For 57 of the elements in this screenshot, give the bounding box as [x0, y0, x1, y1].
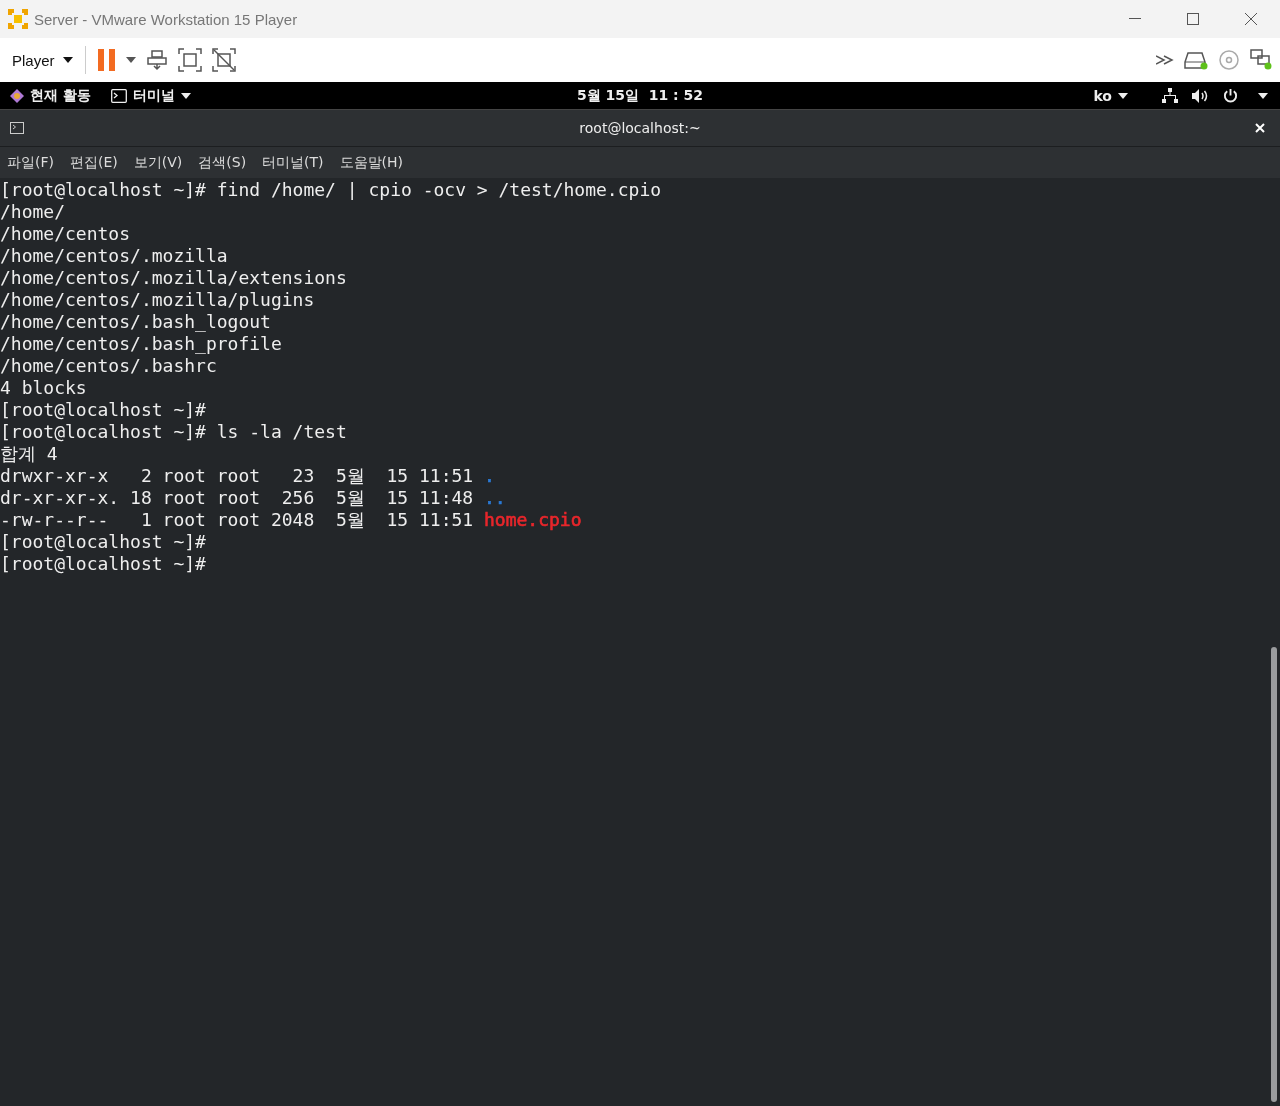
caret-button[interactable]	[125, 57, 136, 63]
power-icon	[1223, 88, 1238, 103]
terminal-line: drwxr-xr-x 2 root root 23 5월 15 11:51 .	[0, 465, 496, 487]
terminal-line: 4 blocks	[0, 377, 88, 399]
terminal-title: root@localhost:~	[578, 120, 702, 136]
network-icon	[1162, 87, 1178, 104]
menu-item[interactable]: 터미널(T)	[262, 153, 324, 172]
activities-icon	[10, 88, 24, 103]
terminal-line: [root@localhost ~]#	[0, 553, 207, 575]
power-menu[interactable]	[1223, 88, 1268, 103]
menu-item[interactable]: 편집(E)	[70, 153, 118, 172]
network-adapter-icon[interactable]	[1250, 49, 1272, 71]
menu-item[interactable]: 보기(V)	[133, 153, 183, 172]
terminal-line: /home/	[0, 201, 67, 223]
double-chevron-icon[interactable]	[1156, 55, 1174, 65]
terminal-line: [root@localhost ~]# ls -la /test	[0, 421, 348, 443]
terminal-app-menu[interactable]: 터미널	[110, 86, 191, 105]
caret-icon	[1258, 92, 1268, 99]
fullscreen-icon[interactable]	[177, 48, 202, 72]
caret-icon	[180, 92, 191, 99]
terminal-line: -rw-r--r-- 1 root root 2048 5월 15 11:51 home.cpio	[0, 509, 583, 531]
terminal-line: /home/centos	[0, 223, 132, 245]
caret-icon	[62, 57, 73, 63]
pause-button[interactable]	[97, 49, 116, 71]
caret-icon	[125, 57, 136, 63]
terminal-line: /home/centos/.bashrc	[0, 355, 218, 377]
app-logo-icon	[8, 9, 28, 29]
window-title: Server - VMware Workstation 15 Player	[34, 10, 298, 28]
scrollbar-thumb[interactable]	[1271, 647, 1277, 1102]
input-method-menu[interactable]: ko	[1093, 87, 1128, 104]
terminal-line: /home/centos/.bash_profile	[0, 333, 283, 355]
player-menu[interactable]: Player	[12, 51, 73, 69]
terminal-line: /home/centos/.mozilla/plugins	[0, 289, 316, 311]
terminal-line: /home/centos/.mozilla/extensions	[0, 267, 348, 289]
terminal-line: [root@localhost ~]#	[0, 531, 207, 553]
unity-mode-icon[interactable]	[211, 48, 236, 72]
close-icon	[1245, 13, 1257, 25]
terminal-line: dr-xr-xr-x. 18 root root 256 5월 15 11:48 ..	[0, 487, 507, 509]
terminal-line: [root@localhost ~]#	[0, 399, 207, 421]
minimize-icon	[1129, 18, 1141, 20]
maximize-icon	[1187, 13, 1199, 25]
clock[interactable]: 5월 15일 11 : 52	[576, 86, 704, 105]
terminal-line: 합계 4	[0, 443, 59, 465]
terminal-line: /home/centos/.bash_logout	[0, 311, 272, 333]
menu-item[interactable]: 파일(F)	[7, 153, 54, 172]
menu-item[interactable]: 도움말(H)	[339, 153, 404, 172]
close-button[interactable]	[1255, 123, 1265, 133]
send-keys-icon[interactable]	[145, 49, 168, 71]
terminal-line: /home/centos/.mozilla	[0, 245, 229, 267]
caret-icon	[1118, 92, 1128, 99]
volume-icon	[1192, 88, 1209, 103]
terminal-line: [root@localhost ~]# find /home/ | cpio -ocv > /test/home.cpio	[0, 179, 663, 201]
terminal-icon	[10, 122, 24, 134]
menu-item[interactable]: 검색(S)	[198, 153, 247, 172]
terminal-icon	[110, 88, 127, 103]
activities-button[interactable]: 현재 활동	[10, 86, 91, 105]
hard-disk-icon[interactable]	[1184, 50, 1208, 70]
